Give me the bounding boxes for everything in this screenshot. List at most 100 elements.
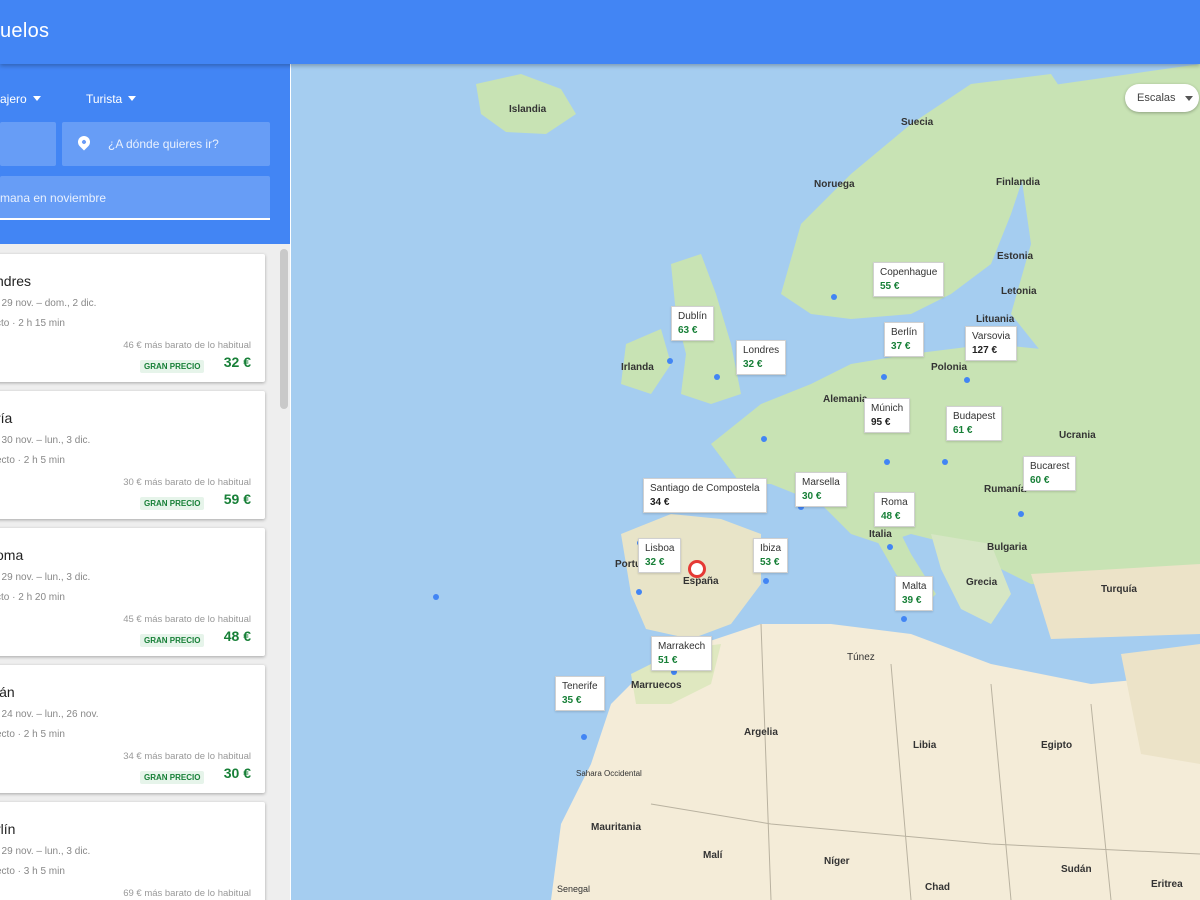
map-label-country: España xyxy=(683,576,719,587)
result-duration: ecto · 2 h 5 min xyxy=(0,455,65,466)
airport-dot[interactable] xyxy=(714,374,720,380)
bubble-price: 63 € xyxy=(678,325,698,336)
airport-dot[interactable] xyxy=(901,616,907,622)
destination-placeholder: ¿A dónde quieres ir? xyxy=(108,137,219,151)
destination-bubble-lisbon[interactable]: Lisboa 32 € xyxy=(638,538,682,573)
bubble-city: Berlín xyxy=(891,327,918,338)
bubble-price: 32 € xyxy=(645,557,665,568)
passengers-dropdown[interactable]: ajero xyxy=(0,92,41,106)
destination-bubble-dublin[interactable]: Dublín 63 € xyxy=(671,306,714,341)
airport-dot[interactable] xyxy=(581,734,587,740)
destination-bubble-bucharest[interactable]: Bucarest 60 € xyxy=(1023,456,1077,491)
input-underline xyxy=(0,218,270,220)
destination-input[interactable]: ¿A dónde quieres ir? xyxy=(62,122,270,166)
destination-bubble-tenerife[interactable]: Tenerife 35 € xyxy=(555,676,605,711)
great-price-badge: GRAN PRECIO xyxy=(140,771,205,784)
bubble-city: Varsovia xyxy=(972,331,1011,342)
destination-bubble-munich[interactable]: Múnich 95 € xyxy=(864,398,911,433)
map-label-country: Malí xyxy=(703,850,723,861)
bubble-price: 61 € xyxy=(953,425,973,436)
result-price: 59 € xyxy=(223,491,251,507)
map-label-country: Senegal xyxy=(557,884,591,894)
cabin-dropdown[interactable]: Turista xyxy=(86,92,137,106)
destination-bubble-rome[interactable]: Roma 48 € xyxy=(874,492,915,527)
result-card[interactable]: rlín , 29 nov. – lun., 3 dic. ecto · 3 h… xyxy=(0,802,265,900)
destination-bubble-budapest[interactable]: Budapest 61 € xyxy=(946,406,1003,441)
result-price: 48 € xyxy=(223,628,251,644)
destination-bubble-malta[interactable]: Malta 39 € xyxy=(895,576,934,611)
destination-bubble-santiago[interactable]: Santiago de Compostela 34 € xyxy=(643,478,767,513)
destinations-map[interactable]: Islandia Suecia Noruega Finlandia Estoni… xyxy=(291,64,1200,900)
airport-dot[interactable] xyxy=(831,294,837,300)
airport-dot[interactable] xyxy=(761,436,767,442)
bubble-city: Ibiza xyxy=(760,543,782,554)
destination-bubble-marseille[interactable]: Marsella 30 € xyxy=(795,472,847,507)
bubble-city: Malta xyxy=(902,581,927,592)
origin-input[interactable] xyxy=(0,122,56,166)
destination-bubble-berlin[interactable]: Berlín 37 € xyxy=(884,322,925,357)
map-label-country: Chad xyxy=(925,882,950,893)
result-savings: 69 € más barato de lo habitual xyxy=(123,888,251,899)
result-savings: 45 € más barato de lo habitual xyxy=(123,614,251,625)
result-card[interactable]: lán , 24 nov. – lun., 26 nov. ecto · 2 h… xyxy=(0,665,265,793)
airport-dot[interactable] xyxy=(884,459,890,465)
bubble-price: 48 € xyxy=(881,511,901,522)
result-city: oma xyxy=(0,547,24,563)
destination-bubble-copenhagen[interactable]: Copenhague 55 € xyxy=(873,262,945,297)
result-savings: 30 € más barato de lo habitual xyxy=(123,477,251,488)
stops-filter-button[interactable]: Escalas xyxy=(1125,84,1199,112)
map-label-country: Ucrania xyxy=(1059,430,1096,441)
map-label-country: Noruega xyxy=(814,179,855,190)
airport-dot[interactable] xyxy=(763,578,769,584)
destination-bubble-marrakech[interactable]: Marrakech 51 € xyxy=(651,636,713,671)
result-duration: cto · 2 h 15 min xyxy=(0,318,65,329)
result-price: 32 € xyxy=(223,354,251,370)
bubble-price: 32 € xyxy=(743,359,763,370)
result-city: rlín xyxy=(0,821,16,837)
dates-value: mana en noviembre xyxy=(0,191,107,205)
map-label-country: Argelia xyxy=(744,727,778,738)
map-label-country: Italia xyxy=(869,529,892,540)
result-card[interactable]: ría , 30 nov. – lun., 3 dic. ecto · 2 h … xyxy=(0,391,265,519)
result-price: 30 € xyxy=(223,765,251,781)
map-label-country: Bulgaria xyxy=(987,542,1028,553)
bubble-price: 60 € xyxy=(1030,475,1050,486)
results-scrollbar[interactable] xyxy=(280,249,288,409)
origin-marker[interactable] xyxy=(688,560,706,578)
search-form: ajero Turista ¿A dónde quieres ir? mana … xyxy=(0,64,290,244)
airport-dot[interactable] xyxy=(667,358,673,364)
airport-dot[interactable] xyxy=(942,459,948,465)
great-price-badge: GRAN PRECIO xyxy=(140,360,205,373)
result-dates: , 29 nov. – lun., 3 dic. xyxy=(0,572,91,583)
result-savings: 34 € más barato de lo habitual xyxy=(123,751,251,762)
dates-input[interactable]: mana en noviembre xyxy=(0,176,270,220)
map-label-country: Libia xyxy=(913,740,937,751)
map-label-country: Finlandia xyxy=(996,177,1040,188)
bubble-price: 30 € xyxy=(802,491,822,502)
result-dates: , 30 nov. – lun., 3 dic. xyxy=(0,435,91,446)
destination-bubble-london[interactable]: Londres 32 € xyxy=(736,340,787,375)
result-card[interactable]: ndres , 29 nov. – dom., 2 dic. cto · 2 h… xyxy=(0,254,265,382)
map-label-country: Níger xyxy=(824,856,850,867)
airport-dot[interactable] xyxy=(887,544,893,550)
bubble-city: Marrakech xyxy=(658,641,706,652)
airport-dot[interactable] xyxy=(881,374,887,380)
bubble-city: Copenhague xyxy=(880,267,938,278)
airport-dot[interactable] xyxy=(964,377,970,383)
airport-dot[interactable] xyxy=(1018,511,1024,517)
map-label-country: Eritrea xyxy=(1151,879,1183,890)
bubble-city: Dublín xyxy=(678,311,707,322)
airport-dot[interactable] xyxy=(433,594,439,600)
bubble-price: 51 € xyxy=(658,655,678,666)
result-card[interactable]: oma , 29 nov. – lun., 3 dic. cto · 2 h 2… xyxy=(0,528,265,656)
map-label-country: Grecia xyxy=(966,577,998,588)
destination-bubble-ibiza[interactable]: Ibiza 53 € xyxy=(753,538,789,573)
bubble-price: 37 € xyxy=(891,341,911,352)
bubble-price: 53 € xyxy=(760,557,780,568)
destination-bubble-warsaw[interactable]: Varsovia 127 € xyxy=(965,326,1018,361)
map-label-country: Lituania xyxy=(976,314,1015,325)
airport-dot[interactable] xyxy=(636,589,642,595)
bubble-city: Roma xyxy=(881,497,908,508)
map-label-country: Suecia xyxy=(901,117,934,128)
map-label-country: Letonia xyxy=(1001,286,1037,297)
